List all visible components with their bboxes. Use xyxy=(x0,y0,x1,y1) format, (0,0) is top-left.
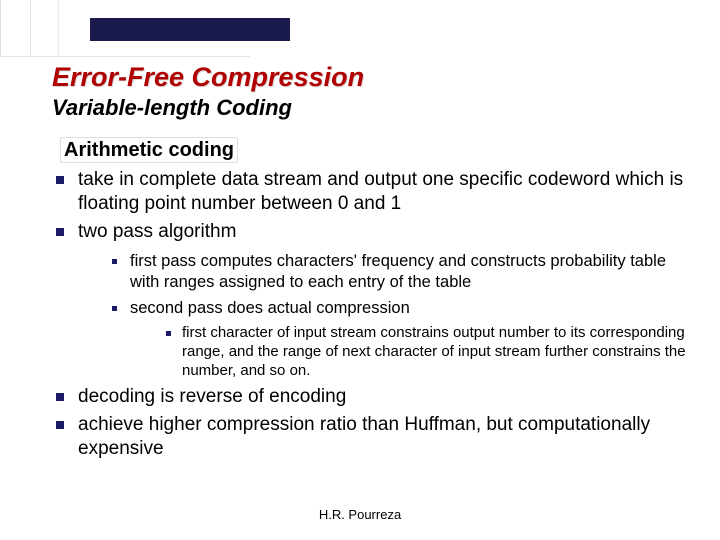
sub-bullet-list: first pass computes characters' frequenc… xyxy=(108,251,690,380)
list-item: second pass does actual compression firs… xyxy=(108,298,690,381)
slide-title: Error-Free Compression xyxy=(52,62,690,93)
list-item: first character of input stream constrai… xyxy=(164,324,690,380)
corner-decoration xyxy=(0,0,240,60)
slide-content: Error-Free Compression Variable-length C… xyxy=(52,62,690,465)
deco-vline xyxy=(0,0,1,56)
deco-vline xyxy=(30,0,31,56)
list-item-text: two pass algorithm xyxy=(78,221,236,242)
footer-author: H.R. Pourreza xyxy=(0,507,720,522)
list-item: decoding is reverse of encoding xyxy=(52,385,690,409)
bullet-list: take in complete data stream and output … xyxy=(52,168,690,461)
section-heading: Arithmetic coding xyxy=(64,139,234,162)
list-item-text: second pass does actual compression xyxy=(130,299,410,317)
subsub-bullet-list: first character of input stream constrai… xyxy=(164,324,690,380)
deco-vline xyxy=(58,0,59,56)
list-item: take in complete data stream and output … xyxy=(52,168,690,216)
deco-hline xyxy=(0,56,250,57)
list-item: two pass algorithm first pass computes c… xyxy=(52,220,690,381)
list-item: achieve higher compression ratio than Hu… xyxy=(52,413,690,461)
deco-dark-block xyxy=(90,18,290,41)
list-item: first pass computes characters' frequenc… xyxy=(108,251,690,292)
slide-subtitle: Variable-length Coding xyxy=(52,95,690,121)
